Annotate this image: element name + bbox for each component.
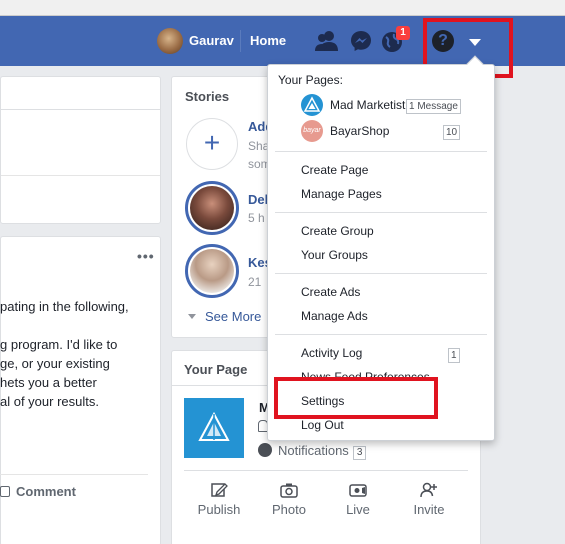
notifications-label: Notifications xyxy=(278,443,349,458)
notifications-count: 3 xyxy=(352,446,367,460)
nav-divider xyxy=(240,30,241,52)
photo-button[interactable]: Photo xyxy=(259,482,319,517)
menu-divider xyxy=(275,151,487,152)
post-text-line: hets you a better xyxy=(0,375,97,390)
add-story-button[interactable]: + xyxy=(186,118,238,170)
user-avatar[interactable] xyxy=(157,28,183,54)
activity-log-count: 1 xyxy=(448,348,460,363)
publish-label: Publish xyxy=(197,502,241,517)
post-text-line: pating in the following, xyxy=(0,299,129,314)
story-meta: 5 h xyxy=(248,211,265,225)
menu-divider xyxy=(275,334,487,335)
your-page-title: Your Page xyxy=(184,362,248,377)
edit-icon xyxy=(211,483,228,497)
invite-button[interactable]: Invite xyxy=(399,482,459,517)
live-label: Live xyxy=(346,502,370,517)
create-group-item[interactable]: Create Group xyxy=(301,224,374,238)
story-avatar[interactable] xyxy=(185,244,239,298)
invite-label: Invite xyxy=(413,502,445,517)
story-meta: 21 xyxy=(248,275,262,289)
live-button[interactable]: Live xyxy=(328,482,388,517)
post-body-text: pating in the following, g program. I'd … xyxy=(0,297,160,411)
activity-log-item[interactable]: Activity Log xyxy=(301,346,362,360)
chevron-down-icon xyxy=(188,314,196,319)
post-text-line: al of your results. xyxy=(0,394,99,409)
messenger-icon[interactable] xyxy=(349,29,375,53)
manage-pages-item[interactable]: Manage Pages xyxy=(301,187,382,201)
comment-label: Comment xyxy=(16,484,76,499)
friend-requests-icon[interactable] xyxy=(314,29,340,53)
live-video-icon xyxy=(349,484,367,497)
your-groups-item[interactable]: Your Groups xyxy=(301,248,368,262)
post-text-line xyxy=(0,316,160,335)
post-options-icon[interactable]: ••• xyxy=(137,248,155,264)
manage-ads-item[interactable]: Manage Ads xyxy=(301,309,368,323)
globe-icon xyxy=(258,443,272,457)
create-ads-item[interactable]: Create Ads xyxy=(301,285,360,299)
left-column-card xyxy=(0,76,161,224)
highlight-box-settings xyxy=(274,377,438,419)
page-avatar xyxy=(301,94,323,116)
post-text-line: g program. I'd like to xyxy=(0,337,118,352)
see-more-stories-link[interactable]: See More xyxy=(188,309,261,324)
page-name: Mad Marketist xyxy=(330,98,406,112)
stories-title: Stories xyxy=(185,89,230,104)
post-divider xyxy=(0,474,148,475)
message-count-badge: 1 Message xyxy=(406,99,461,114)
comment-button[interactable]: Comment xyxy=(0,484,76,499)
comment-icon xyxy=(0,486,10,497)
menu-divider xyxy=(275,212,487,213)
page-name: BayarShop xyxy=(330,124,390,138)
log-out-item[interactable]: Log Out xyxy=(301,418,344,432)
page-thumbnail[interactable] xyxy=(184,398,244,458)
camera-icon xyxy=(280,483,298,498)
page-avatar: bayar xyxy=(301,120,323,142)
browser-top-strip xyxy=(0,0,565,16)
your-pages-heading: Your Pages: xyxy=(278,73,343,87)
page-count-badge: 10 xyxy=(443,125,461,140)
photo-label: Photo xyxy=(272,502,306,517)
create-page-item[interactable]: Create Page xyxy=(301,163,368,177)
post-text-line: ge, or your existing xyxy=(0,356,110,371)
add-person-icon xyxy=(420,482,437,498)
menu-divider xyxy=(275,273,487,274)
actions-divider xyxy=(184,470,468,471)
story-avatar[interactable] xyxy=(185,181,239,235)
publish-button[interactable]: Publish xyxy=(189,482,249,517)
user-name-link[interactable]: Gaurav xyxy=(189,33,234,48)
notifications-row[interactable]: Notifications 3 xyxy=(258,443,367,460)
story-name[interactable]: Del xyxy=(248,192,268,207)
home-link[interactable]: Home xyxy=(250,33,286,48)
see-more-label: See More xyxy=(205,309,262,324)
notification-count-badge: 1 xyxy=(396,26,410,40)
